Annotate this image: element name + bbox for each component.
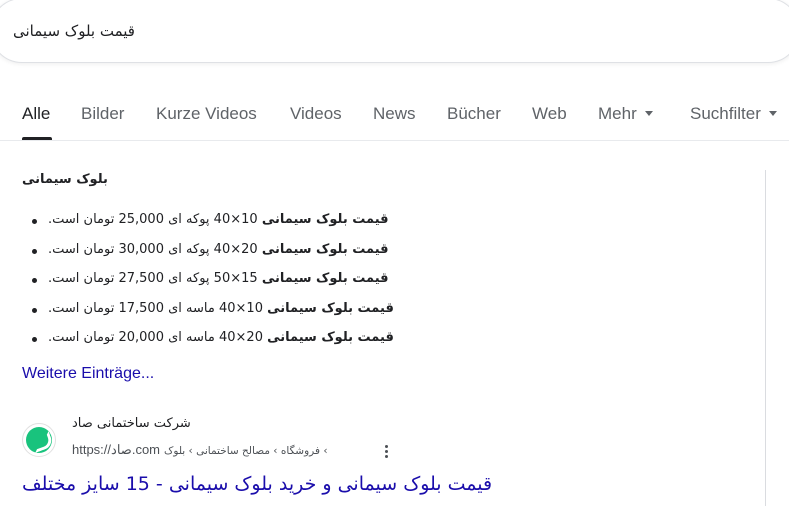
- list-item-text: قیمت بلوک سیمانی 15×50 پوکه ای 27,500 تو…: [48, 268, 389, 290]
- list-item-text: قیمت بلوک سیمانی 10×40 ماسه ای 17,500 تو…: [48, 298, 394, 320]
- list-item-bold: قیمت بلوک سیمانی: [267, 330, 394, 345]
- search-filter-label: Suchfilter: [690, 104, 761, 123]
- list-item-text: قیمت بلوک سیمانی 10×40 پوکه ای 25,000 تو…: [48, 209, 389, 231]
- list-item: قیمت بلوک سیمانی 15×50 پوکه ای 27,500 تو…: [22, 268, 502, 298]
- bullet-icon: [32, 248, 37, 254]
- tab-short-videos[interactable]: Kurze Videos: [156, 104, 257, 124]
- site-favicon[interactable]: [22, 423, 56, 457]
- tab-books[interactable]: Bücher: [447, 104, 501, 124]
- tab-news[interactable]: News: [373, 104, 416, 124]
- list-item-rest: 20×40 پوکه ای 30,000 تومان است.: [48, 241, 262, 257]
- tab-videos[interactable]: Videos: [290, 104, 342, 124]
- list-item-rest: 10×40 ماسه ای 17,500 تومان است.: [48, 300, 268, 316]
- result-title-link[interactable]: قیمت بلوک سیمانی و خرید بلوک سیمانی - 15…: [22, 473, 492, 495]
- site-breadcrumb: › فروشگاه › مصالح ساختمانی › بلوک: [164, 445, 328, 457]
- tab-all[interactable]: Alle: [22, 104, 50, 124]
- site-name[interactable]: شرکت ساختمانی صاد: [72, 416, 191, 431]
- site-logo-icon: [26, 427, 52, 453]
- list-item-bold: قیمت بلوک سیمانی: [261, 271, 389, 286]
- more-options-icon[interactable]: [380, 441, 392, 461]
- side-divider: [765, 170, 766, 506]
- list-item: قیمت بلوک سیمانی 20×40 پوکه ای 30,000 تو…: [22, 239, 502, 269]
- bullet-icon: [32, 337, 37, 342]
- list-item: قیمت بلوک سیمانی 10×40 ماسه ای 17,500 تو…: [22, 298, 502, 328]
- site-url[interactable]: https://صاد.com › فروشگاه › مصالح ساختمان…: [72, 442, 328, 458]
- bullet-icon: [32, 278, 37, 283]
- tab-images[interactable]: Bilder: [81, 104, 124, 124]
- tab-web[interactable]: Web: [532, 104, 567, 124]
- list-item-bold: قیمت بلوک سیمانی: [261, 212, 389, 227]
- bullet-icon: [32, 307, 37, 313]
- site-url-text: https://صاد.com: [72, 442, 160, 457]
- chevron-down-icon: [768, 111, 777, 117]
- list-item: قیمت بلوک سیمانی 10×40 پوکه ای 25,000 تو…: [22, 209, 502, 239]
- tab-more-label: Mehr: [598, 104, 637, 123]
- bullet-icon: [32, 219, 37, 224]
- search-filter-button[interactable]: Suchfilter: [690, 104, 777, 124]
- more-entries-link[interactable]: Weitere Einträge...: [22, 365, 154, 383]
- list-item-bold: قیمت بلوک سیمانی: [267, 300, 394, 316]
- list-item: قیمت بلوک سیمانی 20×40 ماسه ای 20,000 تو…: [22, 327, 502, 357]
- search-input[interactable]: [13, 19, 313, 43]
- list-item-rest: 15×50 پوکه ای 27,500 تومان است.: [48, 271, 262, 286]
- list-item-text: قیمت بلوک سیمانی 20×40 پوکه ای 30,000 تو…: [48, 239, 389, 261]
- list-item-text: قیمت بلوک سیمانی 20×40 ماسه ای 20,000 تو…: [48, 327, 394, 349]
- search-box[interactable]: [0, 0, 789, 63]
- list-item-bold: قیمت بلوک سیمانی: [261, 241, 389, 257]
- list-item-rest: 10×40 پوکه ای 25,000 تومان است.: [48, 212, 262, 227]
- snippet-list: قیمت بلوک سیمانی 10×40 پوکه ای 25,000 تو…: [22, 209, 502, 357]
- chevron-down-icon: [644, 111, 653, 117]
- active-tab-indicator: [22, 137, 52, 140]
- tab-more[interactable]: Mehr: [598, 104, 653, 124]
- list-item-rest: 20×40 ماسه ای 20,000 تومان است.: [48, 330, 268, 345]
- snippet-title: بلوک سیمانی: [22, 172, 108, 187]
- search-tabs: Alle Bilder Kurze Videos Videos News Büc…: [0, 88, 789, 141]
